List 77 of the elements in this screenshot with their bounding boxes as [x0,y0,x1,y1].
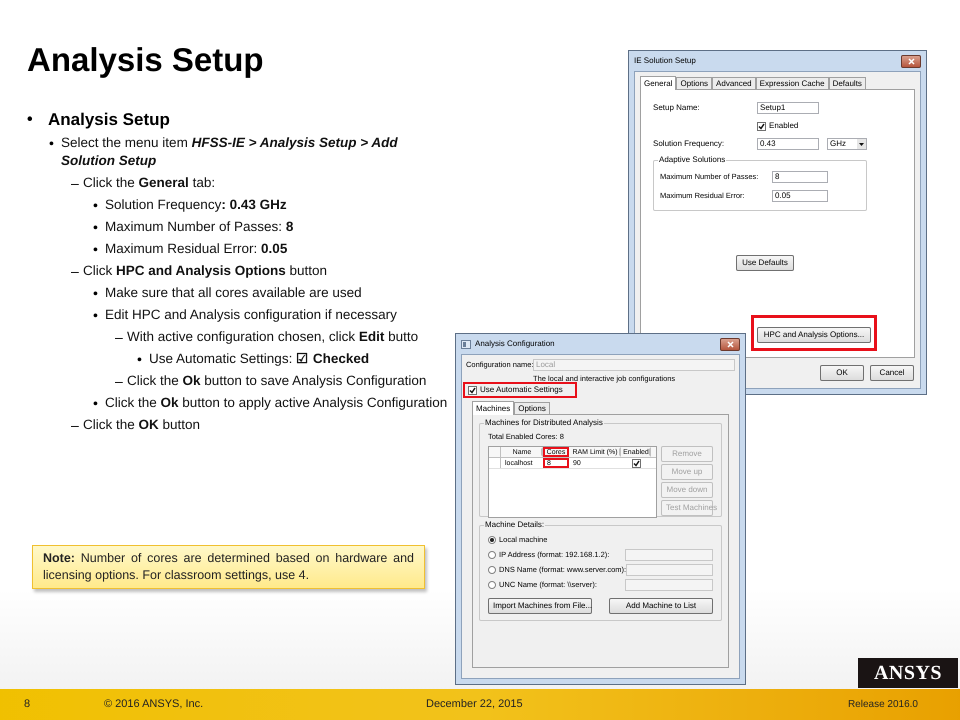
dialog-tab[interactable]: Defaults [828,77,866,89]
window-icon [461,340,471,348]
slide-title: Analysis Setup [27,40,264,80]
close-button[interactable] [901,54,921,68]
dialog-button[interactable]: Cancel [870,365,914,381]
dialog-tab[interactable]: Advanced [712,77,756,89]
bullet-marker: – [115,372,124,390]
window-title: IE Solution Setup [634,55,696,67]
bullet-marker: • [93,196,99,214]
bullet-text: Use Automatic Settings: ☑ Checked [149,350,370,368]
bullet-text: With active configuration chosen, click Edit butto [127,328,418,346]
radio-button[interactable] [488,536,496,544]
dialog-button[interactable]: Import Machines from File... [488,598,592,614]
bullet-text: Click the General tab: [83,174,216,192]
caret-icon [857,139,866,149]
radio-button[interactable] [488,551,496,559]
bullet-marker: • [137,350,143,368]
close-button[interactable] [720,338,740,350]
release-text: Release 2016.0 [848,698,918,712]
bullet-text: Solution Frequency: 0.43 GHz [105,196,287,214]
checkbox[interactable] [757,122,766,130]
bullet-text: Click HPC and Analysis Options button [83,262,328,280]
checkbox[interactable] [632,458,640,468]
dialog-tab[interactable]: Options [676,77,712,89]
bullet-text: Maximum Residual Error: 0.05 [105,240,288,258]
frequency-field[interactable]: 0.43 [757,138,819,150]
dialog-tab[interactable]: Options [514,402,550,414]
bullet-marker: • [93,218,99,236]
bullet-marker: • [93,240,99,258]
dialog-tab[interactable]: General [640,76,676,90]
dialog-button[interactable]: HPC and Analysis Options... [757,327,871,343]
close-icon [726,340,734,348]
close-icon [908,58,914,64]
page-number: 8 [24,697,32,712]
bullet-marker: – [71,262,80,280]
address-field[interactable] [625,549,713,561]
window-title: Analysis Configuration [475,338,555,350]
group-title: Adaptive Solutions [658,155,726,165]
bullet-marker: – [71,416,80,434]
bullet-marker: • [27,110,34,130]
radio-button[interactable] [488,581,496,589]
radio-button[interactable] [488,566,496,574]
field-label: Solution Frequency: [653,138,726,150]
copyright-text: © 2016 ANSYS, Inc. [104,697,204,712]
unit-dropdown[interactable]: GHz [827,138,867,150]
number-field[interactable]: 0.05 [772,190,828,202]
bullet-text: Make sure that all cores available are used [105,284,362,302]
number-field[interactable]: 8 [772,171,828,183]
dialog-tab[interactable]: Machines [472,401,514,415]
bullet-text: Click the Ok button to apply active Analysis Configuration [105,394,448,412]
dialog-button[interactable]: Use Defaults [736,255,794,271]
logo: ANSYS [858,658,958,688]
date-text: December 22, 2015 [426,697,523,712]
address-field[interactable] [626,564,713,576]
bullet-marker: • [93,394,99,412]
bullet-text: Edit HPC and Analysis configuration if necessary [105,306,397,324]
dialog-button[interactable]: Add Machine to List [609,598,713,614]
dialog-tab[interactable]: Expression Cache [756,77,829,89]
checkbox-row[interactable]: Use Automatic Settings [465,384,575,396]
bullet-marker: – [71,174,80,192]
field-label: Setup Name: [653,102,701,114]
bullet-text: Click the Ok button to save Analysis Configuration [127,372,426,390]
bullet-marker: • [93,306,99,324]
bullet-text: Click the OK button [83,416,200,434]
dialog-button[interactable]: OK [820,365,864,381]
note-text: Note: Number of cores are determined based on hardware and licensing options. For classroom settings, use 4. [43,550,414,584]
section-heading: Analysis Setup [48,110,170,130]
checkbox-label: Enabled [769,120,798,132]
group-title: Machine Details: [484,520,546,530]
checkbox[interactable] [468,386,477,394]
bullet-marker: • [93,284,99,302]
setup-name-field[interactable]: Setup1 [757,102,819,114]
bullet-marker: – [115,328,124,346]
bullet-marker: • [49,134,55,152]
address-field[interactable] [625,579,713,591]
group-title: Machines for Distributed Analysis [484,418,604,428]
bullet-text: Maximum Number of Passes: 8 [105,218,294,236]
